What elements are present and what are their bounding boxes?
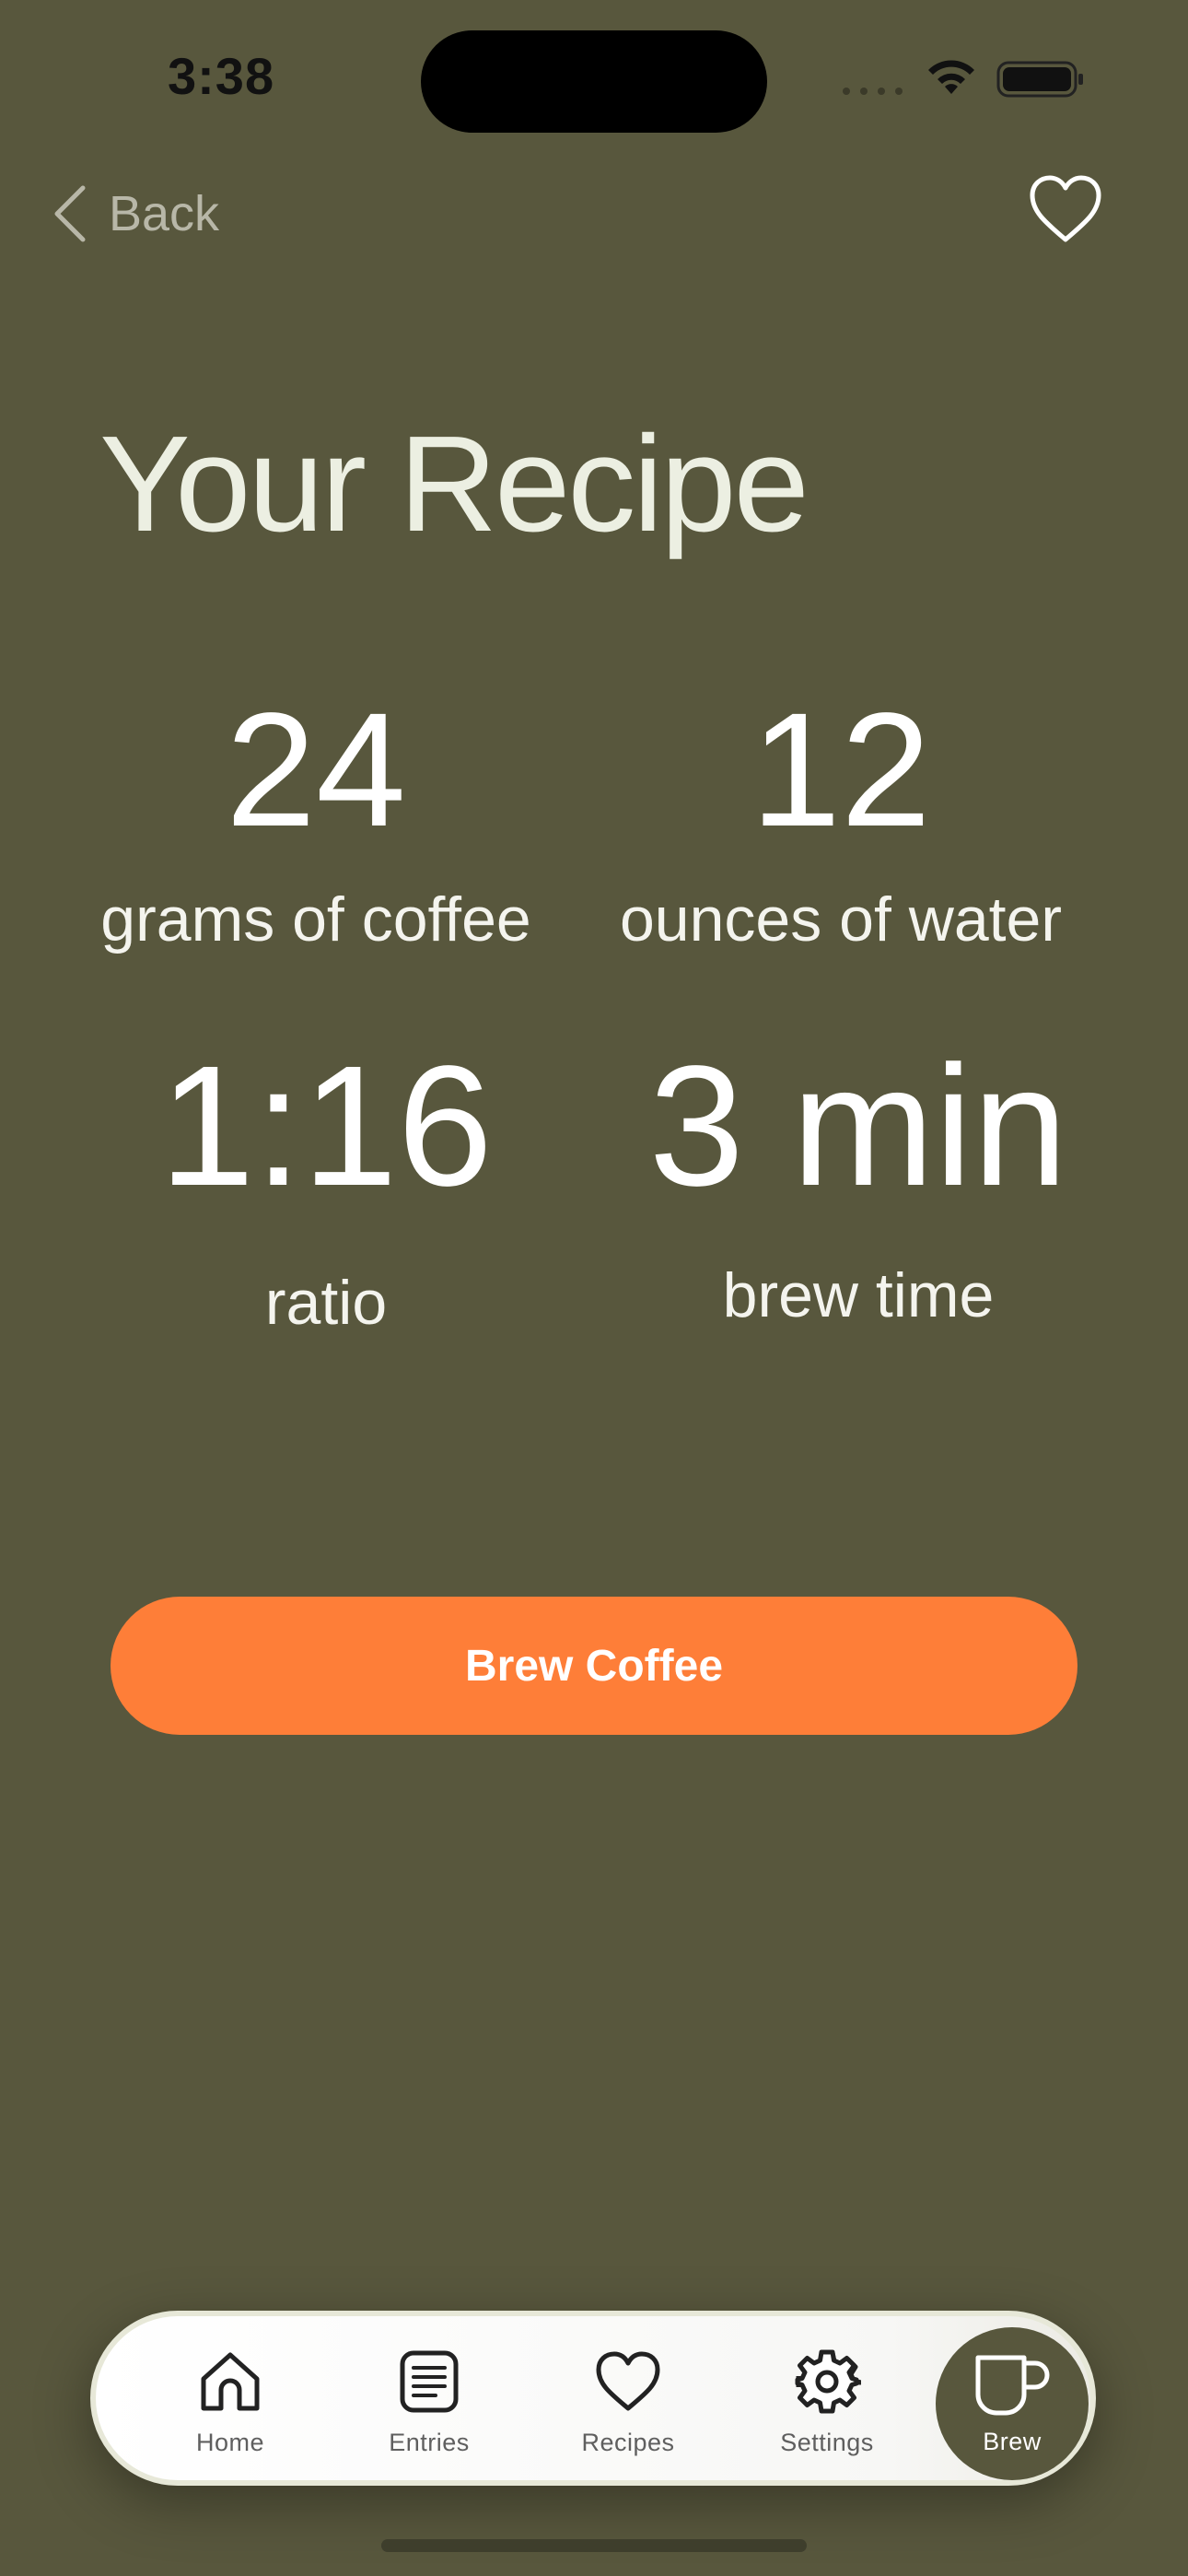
tab-recipes-label: Recipes <box>581 2429 675 2456</box>
tab-entries[interactable]: Entries <box>351 2348 507 2457</box>
tab-home-label: Home <box>195 2429 265 2456</box>
brew-time-value: 3 min <box>648 1031 1068 1222</box>
back-button[interactable]: Back <box>52 177 219 251</box>
tab-home[interactable]: Home <box>152 2348 309 2457</box>
water-ounces-label: ounces of water <box>619 884 1063 954</box>
tab-brew[interactable]: Brew <box>936 2327 1089 2480</box>
back-label: Back <box>109 186 220 241</box>
tab-settings[interactable]: Settings <box>749 2348 905 2457</box>
heart-icon <box>596 2351 660 2411</box>
heart-icon <box>1030 175 1101 242</box>
coffee-grams-value: 24 <box>226 680 406 861</box>
dynamic-island <box>421 30 767 133</box>
tab-brew-label: Brew <box>983 2427 1042 2455</box>
status-time: 3:38 <box>168 47 275 105</box>
brew-time-label: brew time <box>722 1260 995 1330</box>
gear-icon <box>795 2349 861 2414</box>
stat-ratio: 1:16 ratio <box>68 1031 584 1338</box>
stat-water: 12 ounces of water <box>583 689 1099 951</box>
home-icon <box>201 2352 260 2411</box>
entries-icon <box>400 2350 459 2413</box>
water-ounces-value: 12 <box>751 680 931 861</box>
tab-settings-label: Settings <box>780 2429 874 2456</box>
brew-coffee-button[interactable]: Brew Coffee <box>111 1597 1077 1735</box>
chevron-left-icon <box>54 185 86 242</box>
ratio-value: 1:16 <box>158 1031 493 1222</box>
coffee-grams-label: grams of coffee <box>100 884 531 954</box>
tab-recipes[interactable]: Recipes <box>550 2348 706 2457</box>
cellular-signal-icon <box>843 88 903 95</box>
ratio-label: ratio <box>264 1268 388 1338</box>
wifi-icon <box>928 60 974 94</box>
favorite-button[interactable] <box>1028 173 1103 245</box>
stat-coffee: 24 grams of coffee <box>58 689 574 951</box>
tab-entries-label: Entries <box>389 2429 470 2456</box>
cup-icon <box>975 2355 1050 2415</box>
page-title: Your Recipe <box>99 408 809 560</box>
stat-brew-time: 3 min brew time <box>600 1031 1116 1330</box>
tab-bar: Home Entries Recipes Settings Brew <box>90 2311 1096 2486</box>
battery-icon <box>996 61 1083 98</box>
home-indicator <box>381 2539 807 2552</box>
